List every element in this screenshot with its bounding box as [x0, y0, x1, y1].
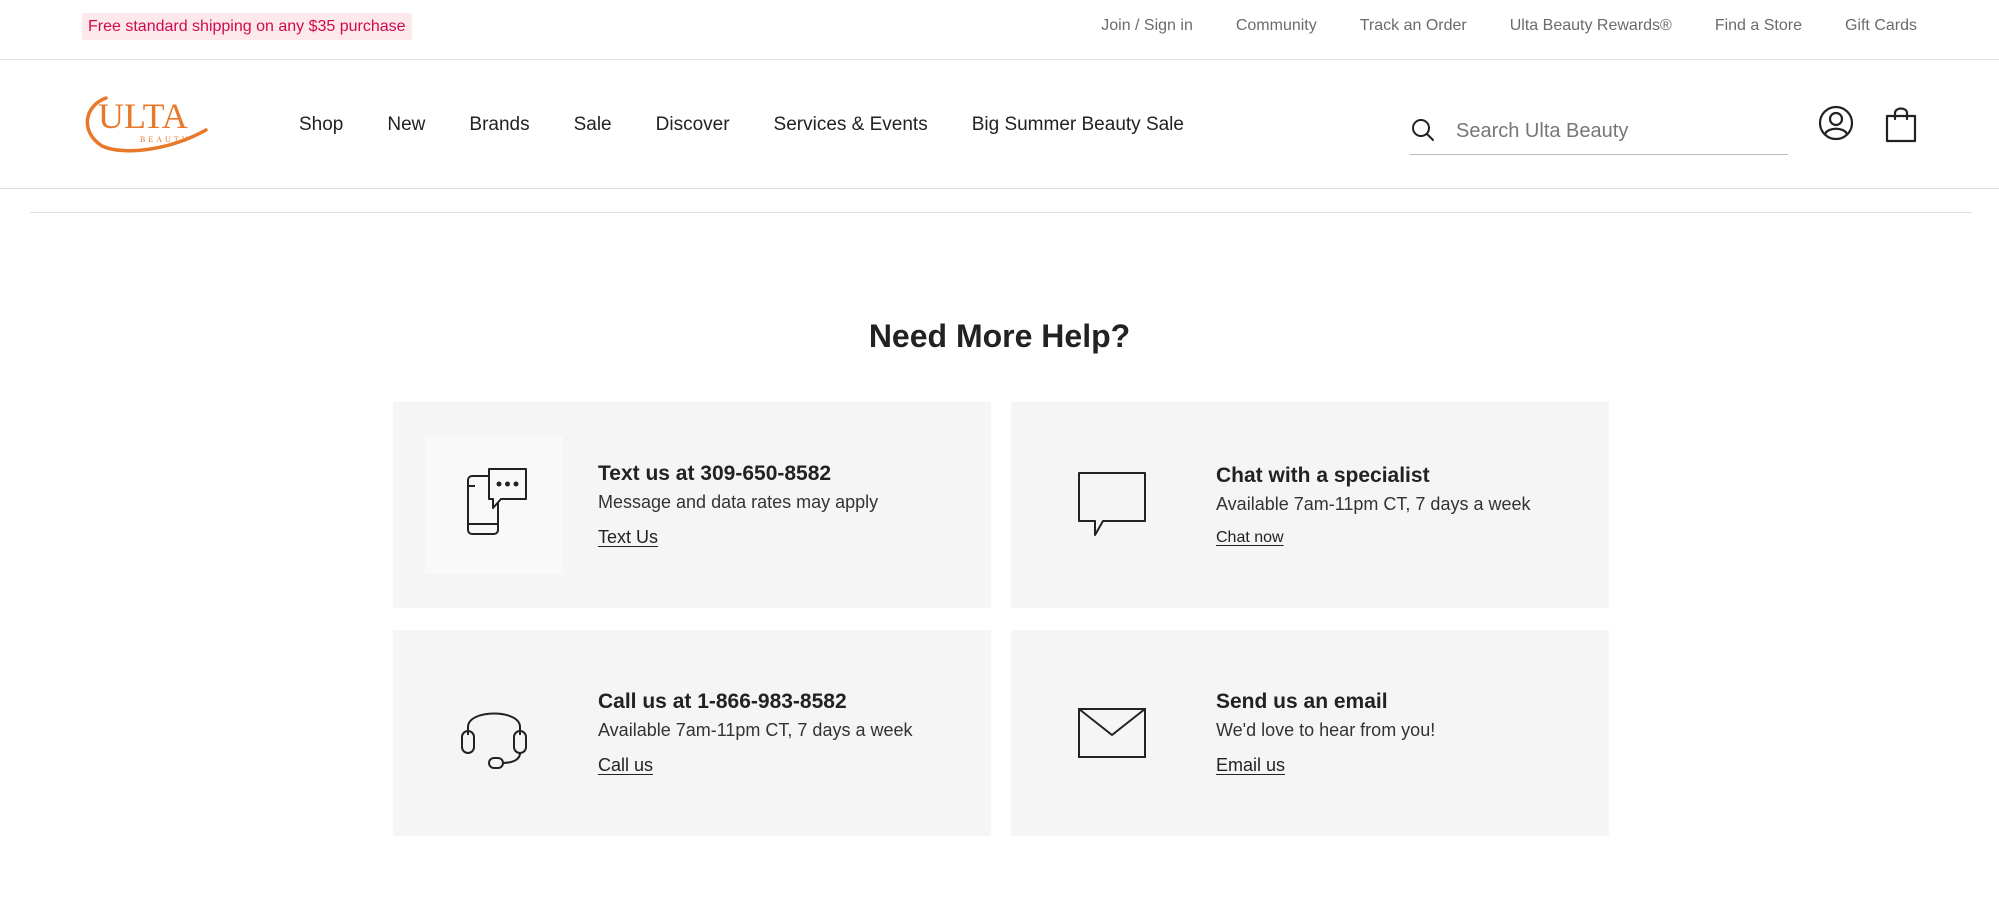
- help-cards: Text us at 309-650-8582 Message and data…: [393, 402, 1609, 836]
- logo-wordmark: ULTA: [98, 96, 188, 136]
- chat-now-link[interactable]: Chat now: [1216, 529, 1284, 547]
- text-us-link[interactable]: Text Us: [598, 527, 658, 548]
- utility-links: Join / Sign in Community Track an Order …: [1101, 0, 1917, 52]
- shopping-bag-icon[interactable]: [1884, 105, 1918, 143]
- section-divider: [30, 212, 1972, 213]
- help-card-text-content: Text us at 309-650-8582 Message and data…: [598, 402, 878, 608]
- logo-subtext: BEAUTY: [140, 135, 190, 144]
- card-subtitle: Available 7am-11pm CT, 7 days a week: [598, 720, 913, 740]
- envelope-icon: [1043, 664, 1181, 802]
- utility-bar: Free standard shipping on any $35 purcha…: [0, 0, 1999, 60]
- headset-icon: [425, 664, 563, 802]
- help-card-call: Call us at 1-866-983-8582 Available 7am-…: [393, 630, 991, 836]
- account-icon[interactable]: [1818, 105, 1854, 141]
- community-link[interactable]: Community: [1236, 17, 1317, 35]
- search-bar: [1410, 112, 1788, 155]
- search-input[interactable]: [1456, 114, 1776, 148]
- card-title: Chat with a specialist: [1216, 463, 1430, 487]
- ulta-beauty-logo[interactable]: ULTA BEAUTY: [80, 92, 218, 154]
- gift-cards-link[interactable]: Gift Cards: [1845, 17, 1917, 35]
- phone-text-icon: [425, 436, 563, 574]
- free-shipping-promo[interactable]: Free standard shipping on any $35 purcha…: [82, 13, 412, 40]
- help-card-email-content: Send us an email We'd love to hear from …: [1216, 630, 1435, 836]
- nav-new[interactable]: New: [387, 114, 425, 136]
- main-nav: Shop New Brands Sale Discover Services &…: [299, 60, 1184, 189]
- card-subtitle: We'd love to hear from you!: [1216, 720, 1436, 740]
- email-us-link[interactable]: Email us: [1216, 755, 1285, 776]
- nav-discover[interactable]: Discover: [656, 114, 730, 136]
- card-subtitle: Message and data rates may apply: [598, 492, 879, 512]
- join-sign-in-link[interactable]: Join / Sign in: [1101, 17, 1193, 35]
- help-card-chat-content: Chat with a specialist Available 7am-11p…: [1216, 402, 1531, 608]
- nav-sale[interactable]: Sale: [574, 114, 612, 136]
- card-subtitle: Available 7am-11pm CT, 7 days a week: [1216, 493, 1531, 514]
- rewards-link[interactable]: Ulta Beauty Rewards®: [1510, 17, 1672, 35]
- card-title: Text us at 309-650-8582: [598, 462, 832, 485]
- ulta-logo-icon: ULTA BEAUTY: [85, 96, 208, 153]
- help-card-text: Text us at 309-650-8582 Message and data…: [393, 402, 991, 608]
- nav-services-events[interactable]: Services & Events: [774, 114, 928, 136]
- find-store-link[interactable]: Find a Store: [1715, 17, 1802, 35]
- nav-big-summer-beauty-sale[interactable]: Big Summer Beauty Sale: [972, 114, 1184, 136]
- help-card-email: Send us an email We'd love to hear from …: [1011, 630, 1609, 836]
- main-header: ULTA BEAUTY Shop New Brands Sale Discove…: [0, 60, 1999, 189]
- nav-shop[interactable]: Shop: [299, 114, 343, 136]
- search-icon[interactable]: [1410, 117, 1436, 143]
- card-title: Send us an email: [1216, 690, 1388, 713]
- nav-brands[interactable]: Brands: [469, 114, 529, 136]
- help-card-call-content: Call us at 1-866-983-8582 Available 7am-…: [598, 630, 913, 836]
- help-card-chat: Chat with a specialist Available 7am-11p…: [1011, 402, 1609, 608]
- help-section-title: Need More Help?: [868, 318, 1131, 354]
- chat-bubble-icon: [1043, 436, 1181, 574]
- call-us-link[interactable]: Call us: [598, 755, 653, 776]
- card-title: Call us at 1-866-983-8582: [598, 690, 847, 713]
- track-order-link[interactable]: Track an Order: [1360, 17, 1467, 35]
